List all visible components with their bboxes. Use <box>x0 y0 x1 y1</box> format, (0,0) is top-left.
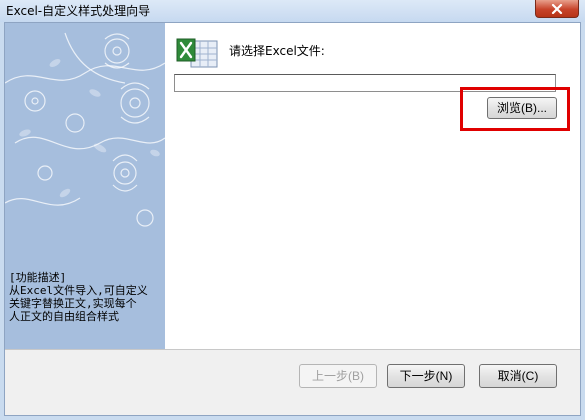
description-line: 从Excel文件导入,可自定义 <box>9 284 148 297</box>
previous-button[interactable]: 上一步(B) <box>299 364 377 388</box>
function-description: [功能描述] 从Excel文件导入,可自定义 关键字替换正文,实现每个 人正文的… <box>9 271 159 323</box>
window-title: Excel-自定义样式处理向导 <box>6 4 151 18</box>
title-bar[interactable]: Excel-自定义样式处理向导 <box>0 0 585 22</box>
close-icon <box>551 3 563 14</box>
button-bar: 上一步(B) 下一步(N) 取消(C) <box>5 349 580 415</box>
wizard-body: [功能描述] 从Excel文件导入,可自定义 关键字替换正文,实现每个 人正文的… <box>4 22 581 416</box>
next-button[interactable]: 下一步(N) <box>387 364 465 388</box>
side-panel: [功能描述] 从Excel文件导入,可自定义 关键字替换正文,实现每个 人正文的… <box>5 23 165 349</box>
cancel-button[interactable]: 取消(C) <box>479 364 557 388</box>
wizard-window: Excel-自定义样式处理向导 [功能描述] 从Excel文件导入,可自定义 关… <box>0 0 585 420</box>
excel-icon <box>176 38 218 68</box>
browse-button[interactable]: 浏览(B)... <box>487 97 557 119</box>
description-line: 关键字替换正文,实现每个 <box>9 297 137 310</box>
close-button[interactable] <box>535 0 579 18</box>
select-file-label: 请选择Excel文件: <box>229 44 325 58</box>
description-line: 人正文的自由组合样式 <box>9 310 119 323</box>
content-panel: 请选择Excel文件: 浏览(B)... <box>165 23 580 349</box>
file-path-input[interactable] <box>174 74 556 92</box>
description-line: [功能描述] <box>9 271 67 284</box>
